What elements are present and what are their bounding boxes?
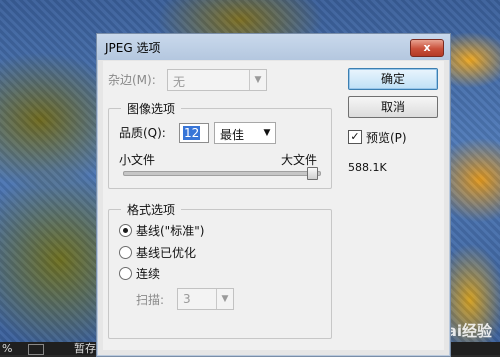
quality-preset-value: 最佳: [220, 128, 245, 142]
quality-slider-thumb[interactable]: [307, 167, 318, 180]
scans-select[interactable]: 3 ▼: [177, 288, 234, 310]
quality-label: 品质(Q):: [119, 126, 166, 140]
image-options-group: 图像选项 品质(Q): 12 最佳 ▼ 小文件 大文件: [108, 100, 332, 189]
progressive-label[interactable]: 连续: [136, 265, 160, 282]
scans-label: 扫描:: [136, 293, 165, 307]
baseline-optimized-label[interactable]: 基线已优化: [136, 244, 196, 261]
quality-value: 12: [183, 126, 201, 140]
dialog-body: 杂边(M): 无 ▼ 图像选项 品质(Q): 12 最佳 ▼ 小文件 大文件 格…: [103, 61, 444, 350]
baseline-standard-label[interactable]: 基线("标准"): [136, 222, 204, 239]
preview-checkbox[interactable]: ✓: [348, 130, 362, 144]
document-icon: [28, 344, 44, 355]
matte-select[interactable]: 无 ▼: [167, 69, 267, 91]
dialog-title: JPEG 选项: [105, 41, 161, 55]
cancel-button[interactable]: 取消: [348, 96, 438, 118]
scans-value: 3: [183, 292, 191, 306]
radio-baseline-optimized[interactable]: [119, 246, 132, 259]
format-options-title: 格式选项: [121, 201, 182, 218]
file-size-readout: 588.1K: [348, 161, 387, 174]
chevron-down-icon: ▼: [263, 128, 271, 138]
chevron-down-icon: ▼: [249, 70, 266, 90]
radio-baseline-standard[interactable]: [119, 224, 132, 237]
ok-button[interactable]: 确定: [348, 68, 438, 90]
quality-input[interactable]: 12: [179, 123, 209, 143]
large-file-label: 大文件: [281, 153, 318, 167]
image-options-title: 图像选项: [121, 100, 182, 117]
matte-label: 杂边(M):: [108, 73, 156, 87]
quality-preset-select[interactable]: 最佳 ▼: [214, 122, 276, 144]
small-file-label: 小文件: [119, 153, 156, 167]
title-bar[interactable]: JPEG 选项 x: [97, 34, 450, 60]
preview-label[interactable]: 预览(P): [366, 129, 407, 146]
chevron-down-icon: ▼: [216, 289, 233, 309]
zoom-readout: %: [2, 342, 13, 355]
close-button[interactable]: x: [410, 39, 444, 57]
status-text: 暂存: [74, 342, 96, 355]
format-options-group: 格式选项 基线("标准") 基线已优化 连续 扫描: 3 ▼: [108, 201, 332, 339]
radio-progressive[interactable]: [119, 267, 132, 280]
matte-value: 无: [173, 75, 186, 89]
jpeg-options-dialog: JPEG 选项 x 杂边(M): 无 ▼ 图像选项 品质(Q): 12 最佳 ▼…: [96, 33, 451, 357]
quality-slider-track[interactable]: [123, 171, 321, 176]
